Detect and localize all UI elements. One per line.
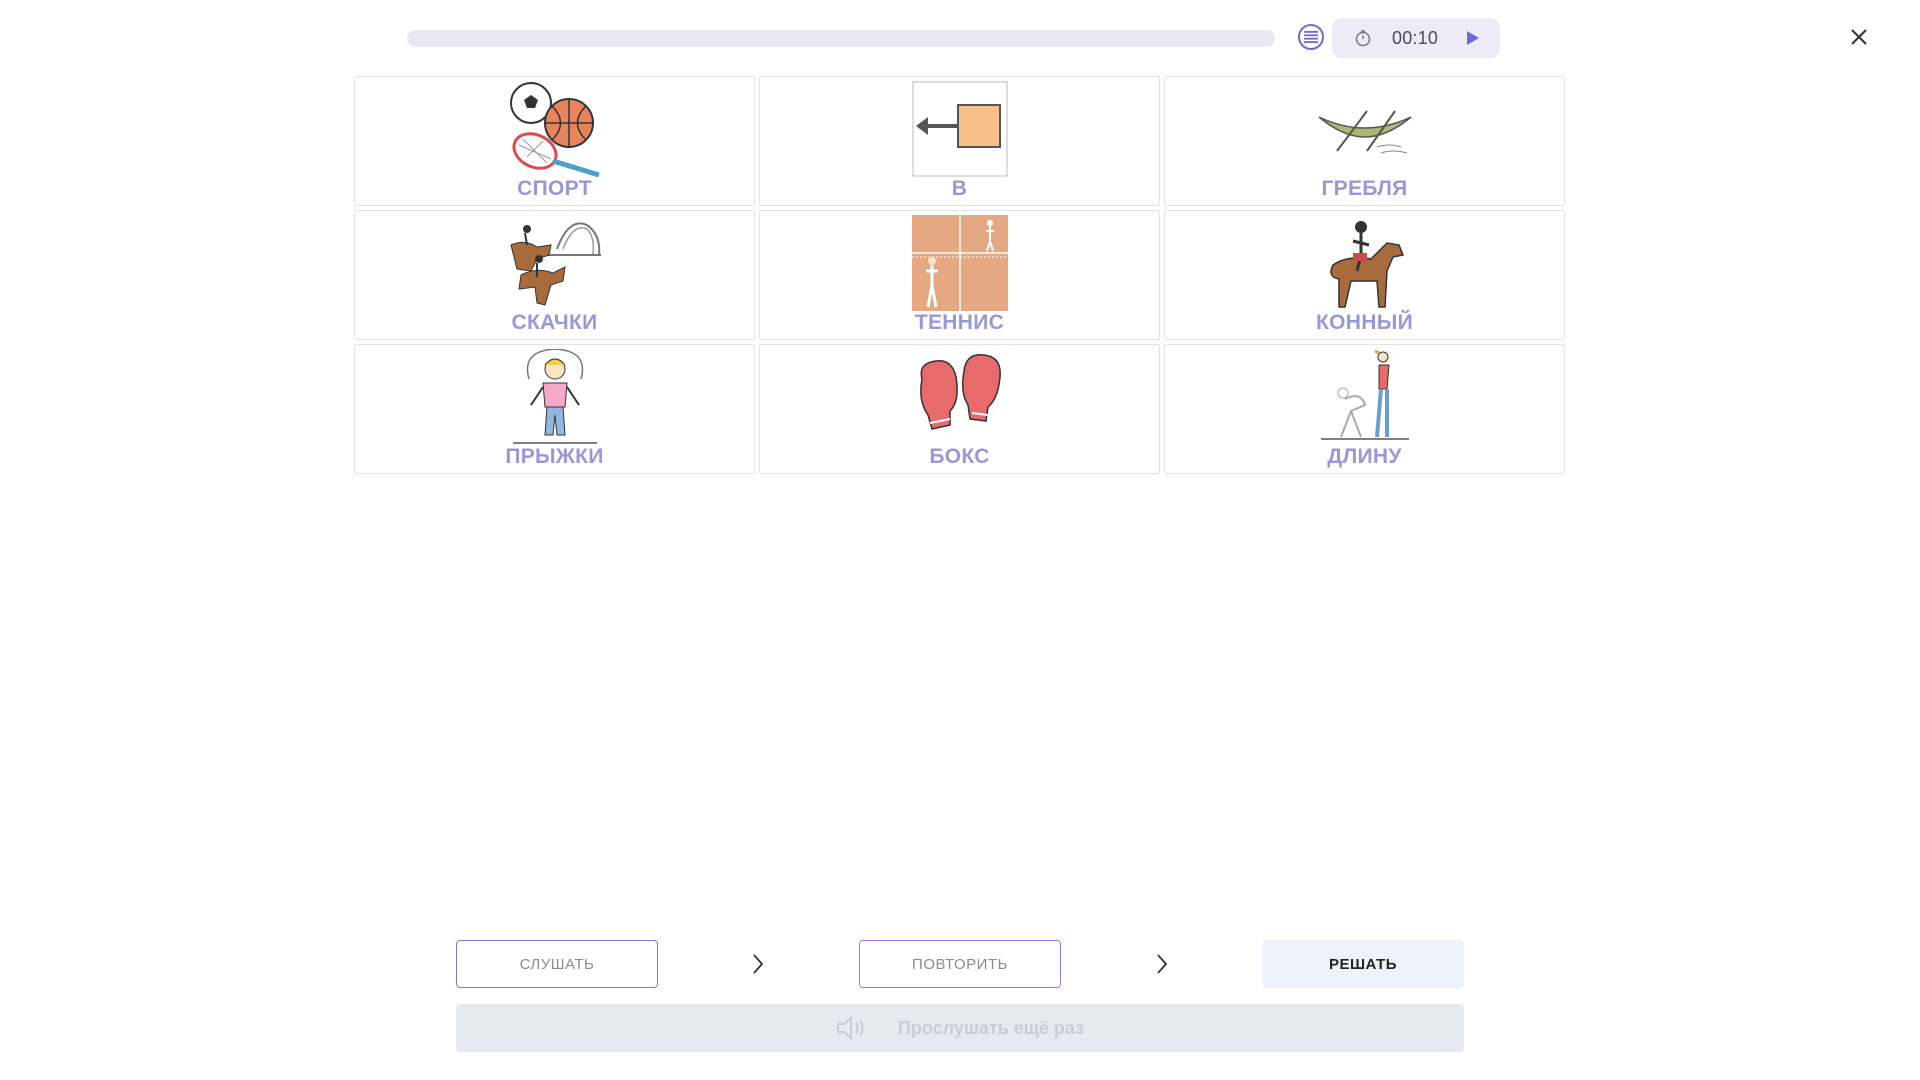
arrow-into-box-icon — [912, 81, 1007, 177]
card-word: СПОРТ — [517, 177, 592, 200]
listen-button[interactable]: СЛУШАТЬ — [456, 940, 658, 988]
list-icon — [1304, 31, 1318, 43]
long-jump-icon — [1320, 349, 1409, 440]
speaker-icon — [836, 1015, 864, 1041]
card-word: БОКС — [929, 445, 990, 468]
close-icon[interactable] — [1846, 24, 1872, 50]
repeat-button[interactable]: ПОВТОРИТЬ — [859, 940, 1061, 988]
stopwatch-icon — [1355, 30, 1371, 47]
boxing-gloves-icon — [919, 354, 1001, 430]
card-word: ГРЕБЛЯ — [1321, 177, 1408, 200]
top-bar: 00:10 — [0, 0, 1920, 75]
rowing-boat-icon — [1318, 110, 1411, 154]
card-word: ТЕННИС — [914, 311, 1005, 334]
timer-value: 00:10 — [1392, 28, 1439, 48]
word-card[interactable]: БОКС — [759, 344, 1160, 474]
sports-balls-icon — [509, 82, 600, 177]
jump-rope-girl-icon — [512, 349, 597, 444]
card-word: КОННЫЙ — [1316, 311, 1413, 334]
timer: 00:10 — [1332, 18, 1500, 58]
word-card[interactable]: СКАЧКИ — [354, 210, 755, 340]
card-word: ДЛИНУ — [1327, 445, 1402, 468]
play-icon[interactable] — [1462, 28, 1482, 48]
card-word: СКАЧКИ — [511, 311, 598, 334]
listen-again-label: Прослушать ещё раз — [897, 1017, 1085, 1038]
horse-racing-icon — [509, 222, 601, 306]
word-card-grid: СПОРТ В ГРЕБЛЯ СКАЧКИ ТЕННИС КОННЫЙ ПРЫЖ… — [354, 76, 1566, 476]
word-card[interactable]: ДЛИНУ — [1164, 344, 1565, 474]
word-card[interactable]: СПОРТ — [354, 76, 755, 206]
word-card[interactable]: В — [759, 76, 1160, 206]
progress-bar — [407, 30, 1275, 47]
word-card[interactable]: ГРЕБЛЯ — [1164, 76, 1565, 206]
solve-button[interactable]: РЕШАТЬ — [1262, 940, 1464, 988]
bottom-controls: СЛУШАТЬ ПОВТОРИТЬ РЕШАТЬ Прослушать ещё … — [456, 940, 1464, 1052]
chevron-right-icon — [753, 954, 764, 974]
horse-rider-icon — [1329, 221, 1404, 308]
list-menu-button[interactable] — [1298, 24, 1324, 50]
word-card[interactable]: КОННЫЙ — [1164, 210, 1565, 340]
word-card[interactable]: ПРЫЖКИ — [354, 344, 755, 474]
tennis-court-icon — [911, 215, 1008, 311]
card-word: В — [951, 177, 968, 200]
chevron-right-icon — [1157, 954, 1168, 974]
card-word: ПРЫЖКИ — [505, 445, 604, 468]
word-card[interactable]: ТЕННИС — [759, 210, 1160, 340]
listen-again-button[interactable]: Прослушать ещё раз — [456, 1004, 1464, 1052]
